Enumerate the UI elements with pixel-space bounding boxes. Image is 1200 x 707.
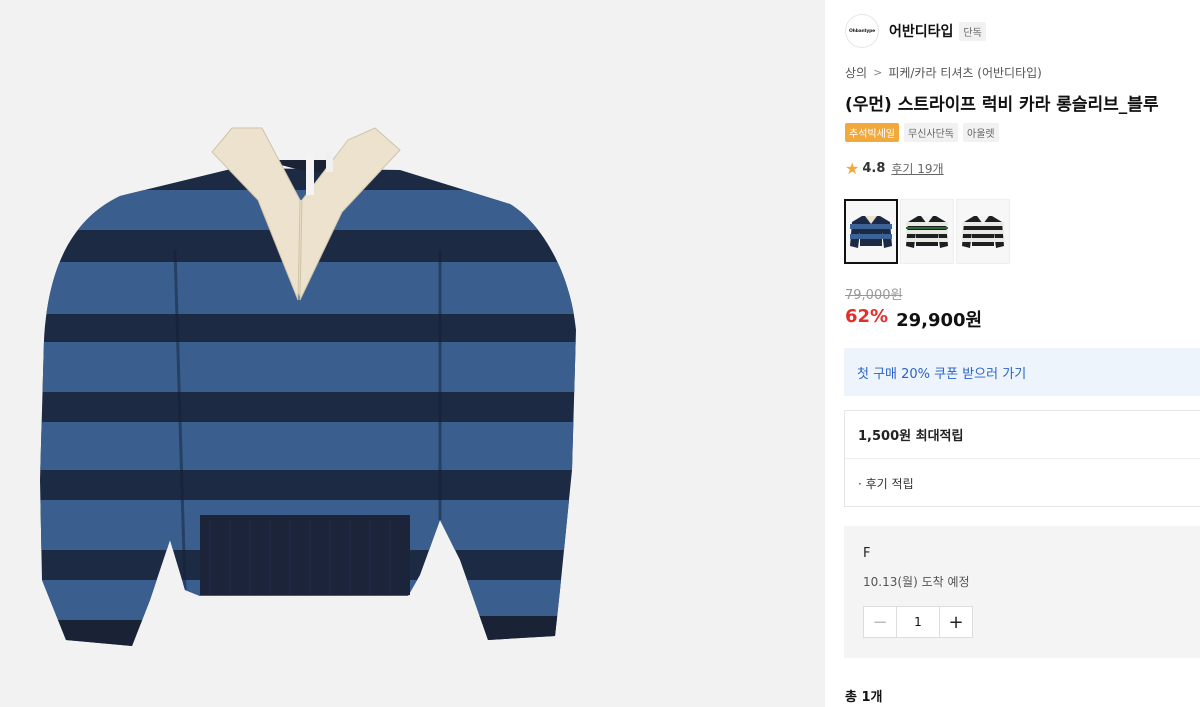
quantity-input[interactable]: 1 [896, 607, 940, 637]
breadcrumb: 상의 > 피케/카라 티셔츠 (어반디타입) [845, 64, 1042, 81]
selected-option-box: F 10.13(월) 도착 예정 − 1 + [844, 526, 1200, 658]
discount-rate: 62% [845, 306, 889, 327]
product-tags: 추석빅세일 무신사단독 아울렛 [845, 123, 999, 142]
tag-outlet: 아울렛 [963, 123, 999, 142]
price-row: 62% 29,900원 [845, 306, 982, 332]
review-count-link[interactable]: 후기 19개 [891, 160, 943, 177]
product-image-panel [0, 0, 825, 707]
sale-price: 29,900원 [896, 310, 983, 331]
brand-name[interactable]: 어반디타입 [889, 21, 953, 41]
rating-row: ★ 4.8 후기 19개 [845, 160, 944, 177]
tag-sale: 추석빅세일 [845, 123, 899, 142]
product-title: (우먼) 스트라이프 럭비 카라 롱슬리브_블루 [845, 95, 1159, 115]
swatch-green-white-image [906, 215, 948, 248]
swatch-black-white-image [962, 215, 1004, 248]
max-points-label[interactable]: 1,500원 최대적립 [845, 411, 1200, 459]
product-image [40, 127, 576, 646]
brand-logo[interactable]: Ohbantype [845, 14, 879, 48]
breadcrumb-category[interactable]: 상의 [845, 64, 867, 81]
star-icon: ★ [845, 158, 860, 178]
chevron-right-icon: > [873, 66, 883, 79]
swatch-navy-blue[interactable] [844, 199, 898, 264]
quantity-plus-button[interactable]: + [940, 607, 972, 637]
arrival-date: 10.13(월) 도착 예정 [863, 575, 970, 589]
total-count: 총 1개 [845, 690, 883, 705]
option-size: F [863, 546, 871, 561]
brand-row[interactable]: Ohbantype 어반디타입 단독 [845, 14, 986, 48]
quantity-minus-button[interactable]: − [864, 607, 896, 637]
product-info-panel: Ohbantype 어반디타입 단독 상의 > 피케/카라 티셔츠 (어반디타입… [825, 0, 1200, 707]
breadcrumb-subcategory[interactable]: 피케/카라 티셔츠 (어반디타입) [888, 64, 1042, 81]
swatch-black-white[interactable] [956, 199, 1010, 264]
points-box: 1,500원 최대적립 · 후기 적립 [844, 410, 1200, 507]
original-price: 79,000원 [845, 288, 903, 303]
swatch-navy-blue-image [850, 215, 892, 248]
first-purchase-coupon-button[interactable]: 첫 구매 20% 쿠폰 받으러 가기 [844, 348, 1200, 396]
brand-exclusive-badge: 단독 [959, 21, 986, 41]
swatch-green-white[interactable] [900, 199, 954, 264]
quantity-stepper: − 1 + [863, 606, 973, 638]
rating-score: 4.8 [862, 161, 886, 176]
tag-exclusive: 무신사단독 [904, 123, 958, 142]
color-swatches [844, 199, 1010, 264]
review-points-item: · 후기 적립 [858, 476, 914, 491]
